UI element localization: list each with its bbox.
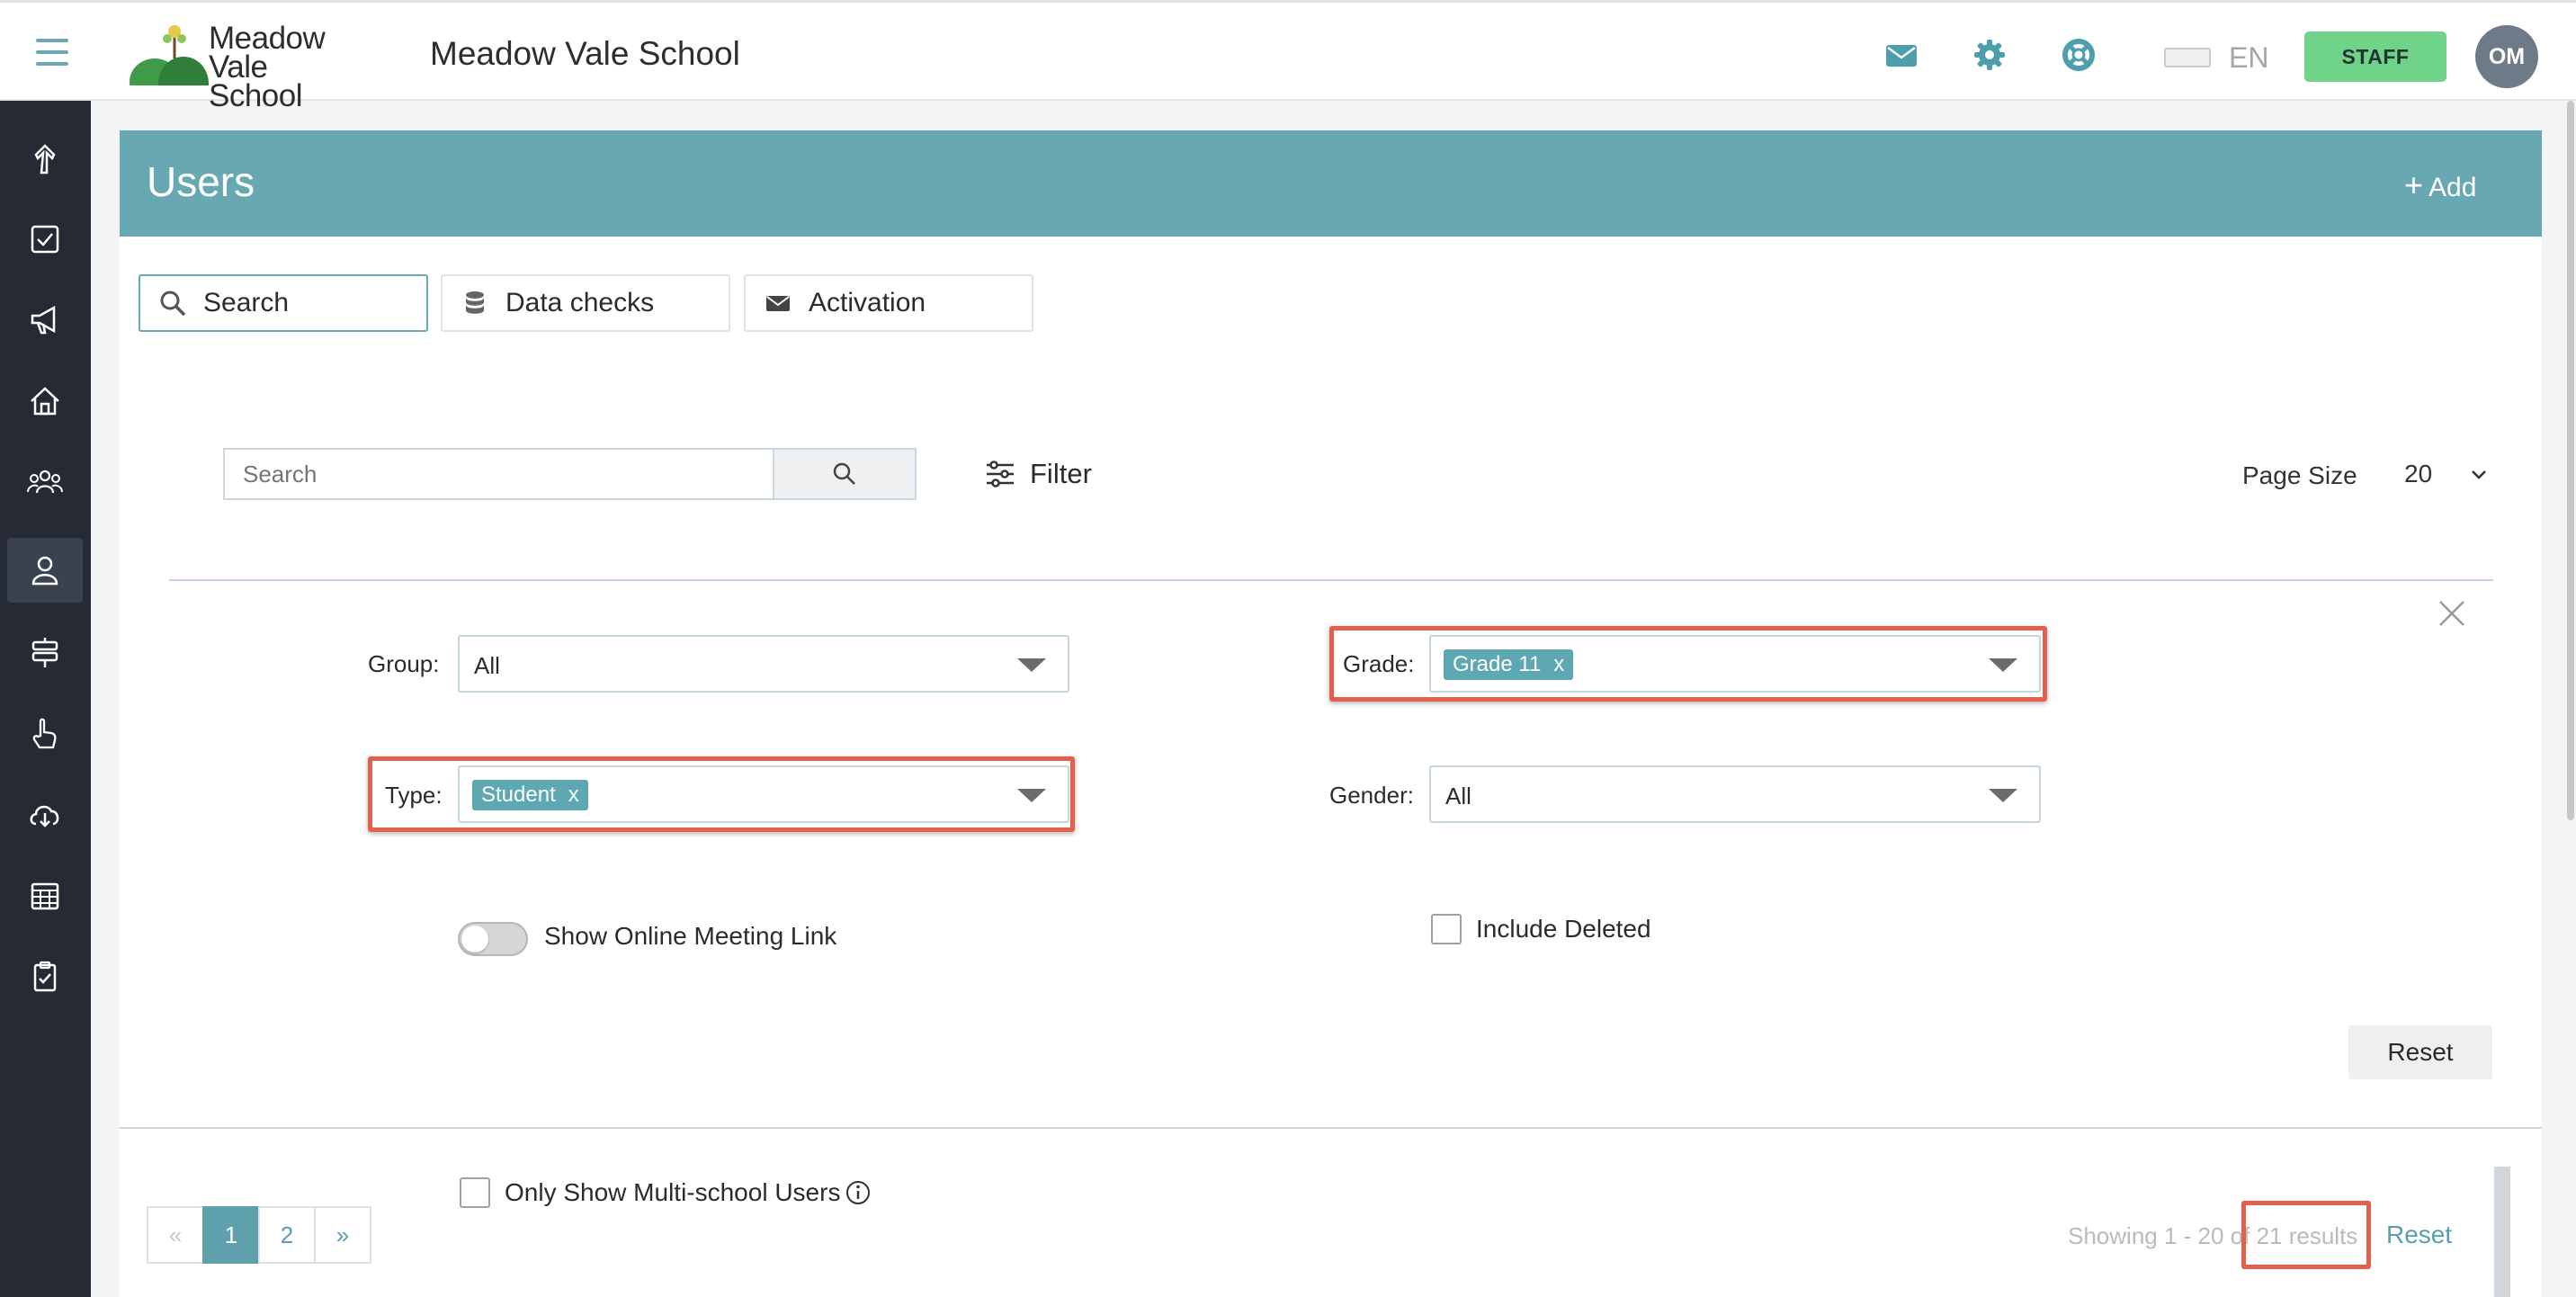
add-user-button[interactable]: + Add (2404, 166, 2476, 204)
tab-activation[interactable]: Activation (744, 274, 1033, 332)
grade-select[interactable]: Grade 11 x (1429, 635, 2041, 693)
sliders-icon (987, 461, 1014, 487)
results-reset-link[interactable]: Reset (2386, 1221, 2452, 1249)
grade-chip-label: Grade 11 (1453, 652, 1542, 676)
logo-line-2: Vale School (209, 49, 303, 113)
results-divider (120, 1127, 2542, 1129)
type-chip-label: Student (481, 783, 556, 807)
tab-search[interactable]: Search (139, 274, 428, 332)
hand-pointer-icon[interactable] (7, 702, 83, 766)
school-name: Meadow Vale School (430, 35, 740, 72)
group-icon[interactable] (7, 450, 83, 514)
search-icon (833, 462, 855, 485)
hamburger-menu-icon[interactable] (36, 39, 68, 66)
staff-button[interactable]: STAFF (2304, 31, 2446, 82)
type-chip[interactable]: Student x (472, 780, 588, 810)
search-icon (160, 291, 186, 317)
users-panel: Users + Add Search Data checks Activation… (120, 130, 2542, 1297)
page-size-label: Page Size (2242, 461, 2357, 489)
toggle-knob (461, 926, 488, 953)
gender-value: All (1445, 783, 1471, 810)
gender-select[interactable]: All (1429, 765, 2041, 823)
type-label: Type: (385, 782, 443, 809)
avatar[interactable]: OM (2475, 25, 2538, 88)
signpost-icon[interactable] (7, 621, 83, 685)
page-size-select[interactable]: 20 (2386, 454, 2503, 494)
mail-icon[interactable] (1883, 37, 1919, 73)
filter-label: Filter (1030, 458, 1092, 489)
group-value: All (474, 652, 500, 679)
clipboard-check-icon[interactable] (7, 944, 83, 1009)
include-deleted-label: Include Deleted (1476, 915, 1651, 943)
page-title: Users (147, 158, 255, 205)
caret-down-icon (1017, 789, 1046, 802)
gear-icon[interactable] (1972, 37, 2008, 73)
top-bar: Meadow Vale School Meadow Vale School EN (0, 0, 2576, 112)
plus-icon: + (2404, 166, 2424, 203)
pagination-page-2[interactable]: 2 (258, 1206, 316, 1264)
filter-button[interactable]: Filter (985, 454, 1092, 494)
tab-data-checks[interactable]: Data checks (441, 274, 730, 332)
sidebar (0, 101, 91, 1297)
lifebuoy-icon[interactable] (2061, 37, 2097, 73)
results-highlight (2241, 1201, 2371, 1269)
megaphone-icon[interactable] (7, 288, 83, 353)
group-label: Group: (368, 650, 440, 677)
pagination-page-1[interactable]: 1 (202, 1206, 260, 1264)
flag-icon (2164, 48, 2211, 67)
search-input[interactable] (223, 448, 774, 500)
add-label: Add (2428, 173, 2477, 202)
grade-label: Grade: (1343, 650, 1415, 677)
info-icon[interactable] (845, 1179, 872, 1206)
language-code: EN (2229, 41, 2269, 74)
logo-text: Meadow Vale School (209, 22, 362, 113)
tab-label: Search (203, 288, 290, 318)
close-icon[interactable] (2437, 598, 2467, 629)
grade-chip[interactable]: Grade 11 x (1444, 649, 1574, 680)
arrow-up-icon[interactable] (7, 128, 83, 192)
database-icon (466, 291, 484, 314)
caret-down-icon (1989, 789, 2017, 802)
envelope-icon (766, 296, 790, 311)
tab-label: Data checks (505, 288, 655, 318)
search-button[interactable] (773, 448, 917, 500)
filter-divider (169, 579, 2493, 581)
multi-school-label: Only Show Multi-school Users (505, 1178, 841, 1206)
caret-down-icon (1017, 658, 1046, 672)
chevron-down-icon (2472, 470, 2486, 479)
scrollbar-thumb[interactable] (2567, 101, 2574, 820)
gender-label: Gender: (1329, 782, 1414, 809)
school-logo[interactable]: Meadow Vale School (128, 22, 362, 112)
group-select[interactable]: All (458, 635, 1069, 693)
online-meeting-label: Show Online Meeting Link (544, 922, 837, 950)
calendar-grid-icon[interactable] (7, 863, 83, 928)
page-size-value: 20 (2404, 460, 2433, 487)
page-scrollbar[interactable] (2565, 101, 2576, 1297)
checkbox-icon[interactable] (7, 207, 83, 272)
filter-reset-button[interactable]: Reset (2348, 1025, 2492, 1079)
cloud-download-icon[interactable] (7, 783, 83, 847)
language-selector[interactable]: EN (2164, 37, 2272, 74)
results-scrollbar[interactable] (2494, 1167, 2510, 1297)
multi-school-checkbox[interactable] (460, 1177, 490, 1208)
online-meeting-toggle[interactable] (458, 922, 528, 956)
tab-label: Activation (809, 288, 926, 318)
chip-remove-icon[interactable]: x (568, 783, 579, 808)
type-select[interactable]: Student x (458, 765, 1069, 823)
panel-header: Users + Add (120, 130, 2542, 237)
home-icon[interactable] (7, 369, 83, 434)
pagination-next[interactable]: » (314, 1206, 371, 1264)
pagination-prev[interactable]: « (147, 1206, 204, 1264)
user-icon[interactable] (7, 538, 83, 603)
include-deleted-checkbox[interactable] (1431, 914, 1462, 944)
caret-down-icon (1989, 658, 2017, 672)
chip-remove-icon[interactable]: x (1553, 652, 1564, 677)
pagination: « 1 2 » (147, 1206, 371, 1264)
logo-hills-icon (130, 25, 209, 111)
